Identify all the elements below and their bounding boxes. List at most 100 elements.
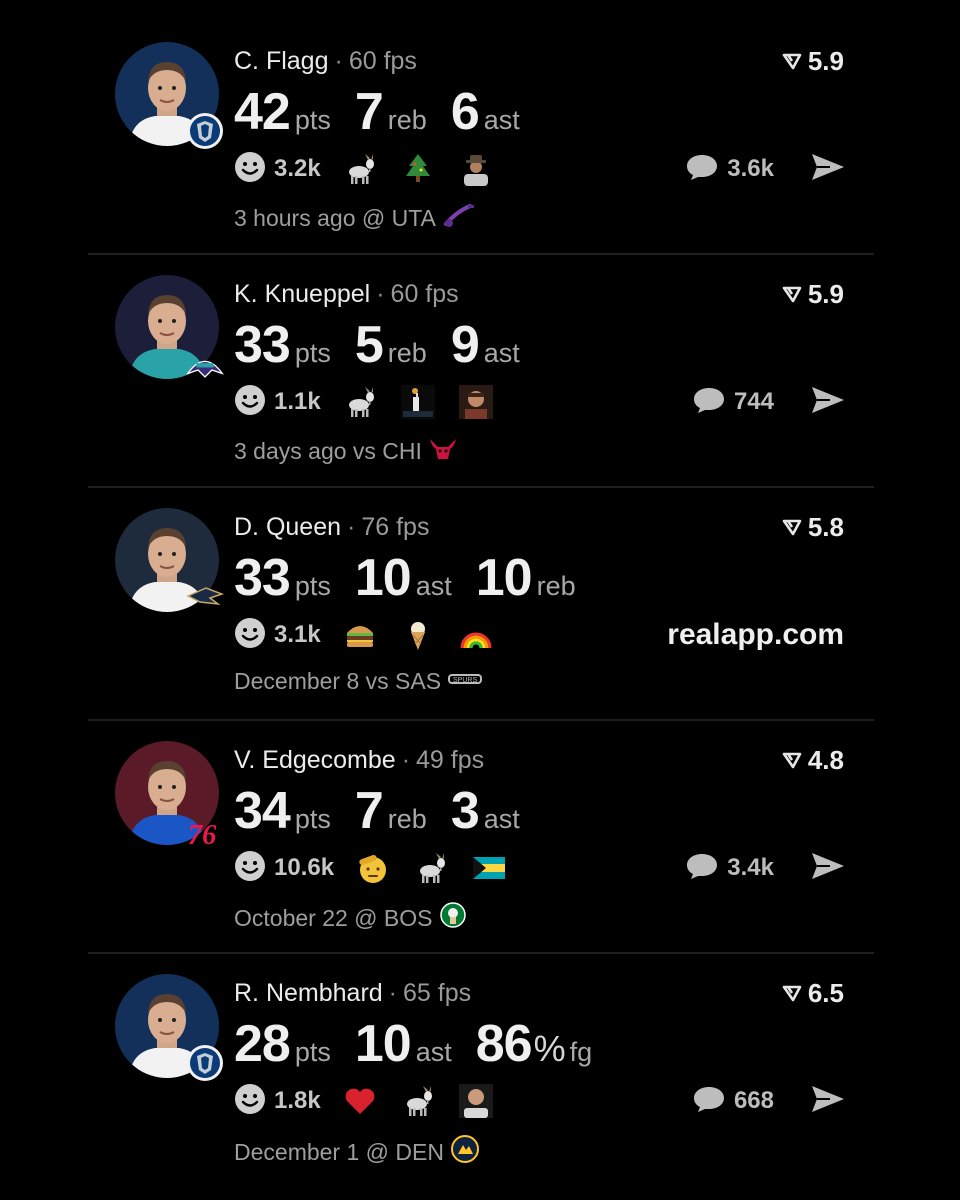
stat-value: 10 bbox=[475, 549, 533, 607]
team-logo-icon bbox=[186, 1044, 224, 1082]
rating-value: 4.8 bbox=[807, 745, 844, 775]
team-logo-icon: 76 bbox=[186, 811, 224, 849]
stat-value: 5 bbox=[354, 316, 384, 374]
cowboy-person-icon[interactable] bbox=[459, 152, 493, 186]
reactions-row: 10.6k bbox=[234, 849, 530, 887]
stat-line: 34 pts 7 reb 3 ast bbox=[234, 781, 544, 841]
reaction-count[interactable]: 3.1k bbox=[274, 621, 321, 649]
fps-label: 49 fps bbox=[416, 746, 485, 774]
player-name[interactable]: V. Edgecombe bbox=[234, 746, 396, 774]
post-header: D. Queen · 76 fps bbox=[234, 512, 429, 542]
stat-ast: 10 ast bbox=[355, 1014, 452, 1074]
reaction-count[interactable]: 1.1k bbox=[274, 388, 321, 416]
post-card[interactable]: R. Nembhard · 65 fps 6.5 28 pts 10 ast 86% fg 1.8k… bbox=[88, 954, 874, 1185]
stat-value: 10 bbox=[354, 1015, 412, 1073]
post-header: C. Flagg · 60 fps bbox=[234, 46, 417, 76]
game-info: 3 hours ago @ UTA bbox=[234, 202, 476, 234]
reaction-count[interactable]: 1.8k bbox=[274, 1087, 321, 1115]
rating[interactable]: 6.5 bbox=[782, 978, 844, 1008]
smiley-reaction-icon[interactable] bbox=[234, 384, 266, 421]
stat-value: 33 bbox=[234, 316, 291, 374]
comment-count[interactable]: 3.4k bbox=[727, 854, 774, 882]
stat-pts: 28 pts bbox=[234, 1014, 331, 1074]
smiley-reaction-icon[interactable] bbox=[234, 1083, 266, 1120]
separator-dot: · bbox=[347, 513, 356, 541]
rainbow-icon[interactable] bbox=[459, 618, 493, 652]
smiley-reaction-icon[interactable] bbox=[234, 850, 266, 887]
game-info-text: December 1 @ DEN bbox=[234, 1138, 444, 1165]
player-name[interactable]: R. Nembhard bbox=[234, 979, 383, 1007]
burger-icon[interactable] bbox=[343, 618, 377, 652]
stat-unit: fg bbox=[569, 1037, 593, 1067]
game-info: December 1 @ DEN bbox=[234, 1134, 480, 1170]
stat-ast: 10 ast bbox=[355, 548, 452, 608]
rating-icon bbox=[782, 512, 802, 542]
post-actions: 3.6k bbox=[685, 150, 846, 188]
share-icon[interactable] bbox=[810, 151, 846, 188]
comment-icon[interactable] bbox=[692, 1084, 726, 1119]
game-info: December 8 vs SAS SPURS bbox=[234, 668, 483, 695]
stat-pts: 42 pts bbox=[234, 82, 331, 142]
stat-value: 9 bbox=[450, 316, 480, 374]
smiley-reaction-icon[interactable] bbox=[234, 151, 266, 188]
stat-line: 42 pts 7 reb 6 ast bbox=[234, 82, 544, 142]
stat-reb: 10 reb bbox=[476, 548, 576, 608]
stat-ast: 9 ast bbox=[451, 315, 520, 375]
post-card[interactable]: K. Knueppel · 60 fps 5.9 33 pts 5 reb 9 ast 1.1k 74… bbox=[88, 255, 874, 488]
share-icon[interactable] bbox=[810, 850, 846, 887]
share-icon[interactable] bbox=[810, 1083, 846, 1120]
post-card[interactable]: C. Flagg · 60 fps 5.9 42 pts 7 reb 6 ast 3.2k 3.6k 3… bbox=[88, 22, 874, 255]
shooter-icon[interactable] bbox=[400, 385, 435, 419]
smiley-reaction-icon[interactable] bbox=[234, 617, 266, 654]
comment-count[interactable]: 3.6k bbox=[727, 155, 774, 183]
bald-man-icon[interactable] bbox=[458, 1084, 493, 1118]
game-info: October 22 @ BOS bbox=[234, 901, 467, 935]
goat-icon[interactable] bbox=[401, 1084, 435, 1118]
reaction-count[interactable]: 10.6k bbox=[274, 854, 334, 882]
rating[interactable]: 5.8 bbox=[782, 512, 844, 542]
stat-unit: pts bbox=[294, 1037, 331, 1067]
stat-line: 28 pts 10 ast 86% fg bbox=[234, 1014, 616, 1079]
heart-icon[interactable] bbox=[343, 1084, 377, 1118]
stat-unit: pts bbox=[294, 105, 331, 135]
reactions-row: 3.2k bbox=[234, 150, 517, 188]
stat-value: 7 bbox=[354, 782, 384, 840]
comment-icon[interactable] bbox=[692, 385, 726, 420]
stat-reb: 7 reb bbox=[355, 82, 427, 142]
rating-value: 5.8 bbox=[807, 512, 844, 542]
stat-percent-sign: % bbox=[533, 1028, 566, 1069]
tree-icon[interactable] bbox=[401, 152, 435, 186]
post-card[interactable]: 76 V. Edgecombe · 49 fps 4.8 34 pts 7 reb 3 ast 10.… bbox=[88, 721, 874, 954]
rating[interactable]: 5.9 bbox=[782, 279, 844, 309]
comment-icon[interactable] bbox=[685, 152, 719, 187]
game-info-text: 3 days ago vs CHI bbox=[234, 437, 422, 464]
player-name[interactable]: K. Knueppel bbox=[234, 280, 370, 308]
rating[interactable]: 4.8 bbox=[782, 745, 844, 775]
rating-value: 6.5 bbox=[807, 978, 844, 1008]
goat-icon[interactable] bbox=[343, 152, 377, 186]
stat-line: 33 pts 5 reb 9 ast bbox=[234, 315, 544, 375]
stat-line: 33 pts 10 ast 10 reb bbox=[234, 548, 600, 608]
stat-unit: pts bbox=[294, 571, 331, 601]
player-name[interactable]: D. Queen bbox=[234, 513, 341, 541]
reactions-row: 3.1k bbox=[234, 616, 517, 654]
comment-icon[interactable] bbox=[685, 851, 719, 886]
goat-icon[interactable] bbox=[414, 851, 448, 885]
post-header: V. Edgecombe · 49 fps bbox=[234, 745, 484, 775]
saluting-face-icon[interactable] bbox=[356, 851, 390, 885]
comment-count[interactable]: 744 bbox=[734, 388, 774, 416]
game-info-text: 3 hours ago @ UTA bbox=[234, 204, 436, 231]
comment-count[interactable]: 668 bbox=[734, 1087, 774, 1115]
reaction-count[interactable]: 3.2k bbox=[274, 155, 321, 183]
rating[interactable]: 5.9 bbox=[782, 46, 844, 76]
stat-value: 10 bbox=[354, 549, 412, 607]
bahamas-flag-icon[interactable] bbox=[472, 851, 506, 885]
goat-icon[interactable] bbox=[343, 385, 377, 419]
stat-value: 7 bbox=[354, 83, 384, 141]
post-card[interactable]: D. Queen · 76 fps 5.8 33 pts 10 ast 10 reb 3.1k rea… bbox=[88, 488, 874, 721]
share-icon[interactable] bbox=[810, 384, 846, 421]
player-name[interactable]: C. Flagg bbox=[234, 47, 328, 75]
ice-cream-icon[interactable] bbox=[401, 618, 435, 652]
face-photo-icon[interactable] bbox=[458, 385, 493, 419]
rating-value: 5.9 bbox=[807, 46, 844, 76]
